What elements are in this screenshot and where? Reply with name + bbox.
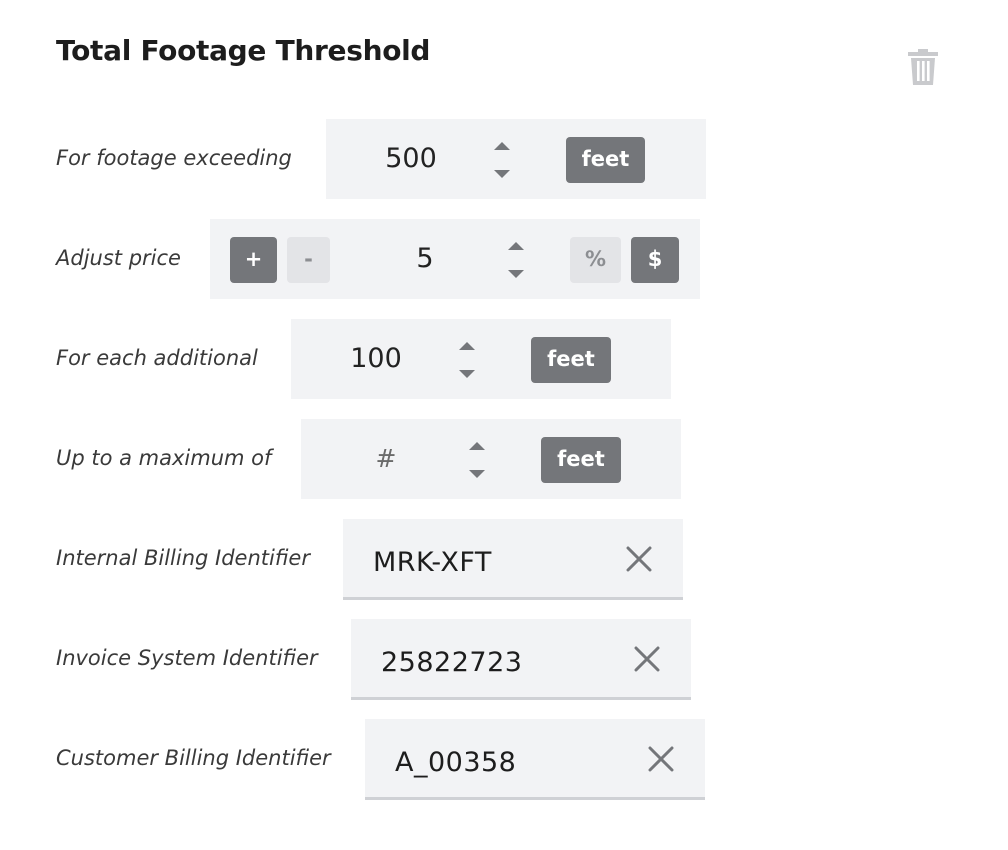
invoice-system-field[interactable]: 25822723 [351, 619, 691, 700]
customer-billing-field[interactable]: A_00358 [365, 719, 705, 800]
maximum-label: Up to a maximum of [56, 446, 272, 470]
section-title: Total Footage Threshold [56, 34, 431, 67]
footage-exceeding-control: 500 feet [326, 119, 706, 199]
up-down-arrows-icon[interactable] [505, 241, 527, 279]
internal-billing-label: Internal Billing Identifier [56, 546, 310, 570]
close-icon[interactable] [634, 646, 660, 672]
close-icon[interactable] [626, 546, 652, 572]
adjust-price-label: Adjust price [56, 246, 181, 270]
each-additional-input[interactable]: 100 [321, 319, 431, 399]
dollar-unit-button[interactable]: $ [631, 237, 679, 283]
delete-button[interactable] [906, 48, 942, 88]
each-additional-label: For each additional [56, 346, 258, 370]
internal-billing-field[interactable]: MRK-XFT [343, 519, 683, 600]
up-down-arrows-icon[interactable] [456, 341, 478, 379]
maximum-input[interactable]: # [331, 419, 441, 499]
internal-billing-value: MRK-XFT [373, 547, 492, 578]
trash-icon [908, 49, 938, 85]
each-additional-control: 100 feet [291, 319, 671, 399]
customer-billing-value: A_00358 [395, 747, 517, 778]
up-down-arrows-icon[interactable] [491, 141, 513, 179]
footage-exceeding-unit-button[interactable]: feet [566, 137, 645, 183]
increase-price-button[interactable]: + [230, 237, 277, 283]
each-additional-unit-button[interactable]: feet [531, 337, 611, 383]
maximum-control: # feet [301, 419, 681, 499]
decrease-price-button[interactable]: - [287, 237, 330, 283]
adjust-price-control: + - 5 % $ [210, 219, 700, 299]
up-down-arrows-icon[interactable] [466, 441, 488, 479]
percent-unit-button[interactable]: % [570, 237, 621, 283]
invoice-system-label: Invoice System Identifier [56, 646, 318, 670]
footage-exceeding-input[interactable]: 500 [356, 119, 466, 199]
customer-billing-label: Customer Billing Identifier [56, 746, 331, 770]
close-icon[interactable] [648, 746, 674, 772]
maximum-unit-button[interactable]: feet [541, 437, 621, 483]
footage-exceeding-label: For footage exceeding [56, 146, 292, 170]
adjust-price-input[interactable]: 5 [370, 219, 480, 299]
invoice-system-value: 25822723 [381, 647, 523, 678]
